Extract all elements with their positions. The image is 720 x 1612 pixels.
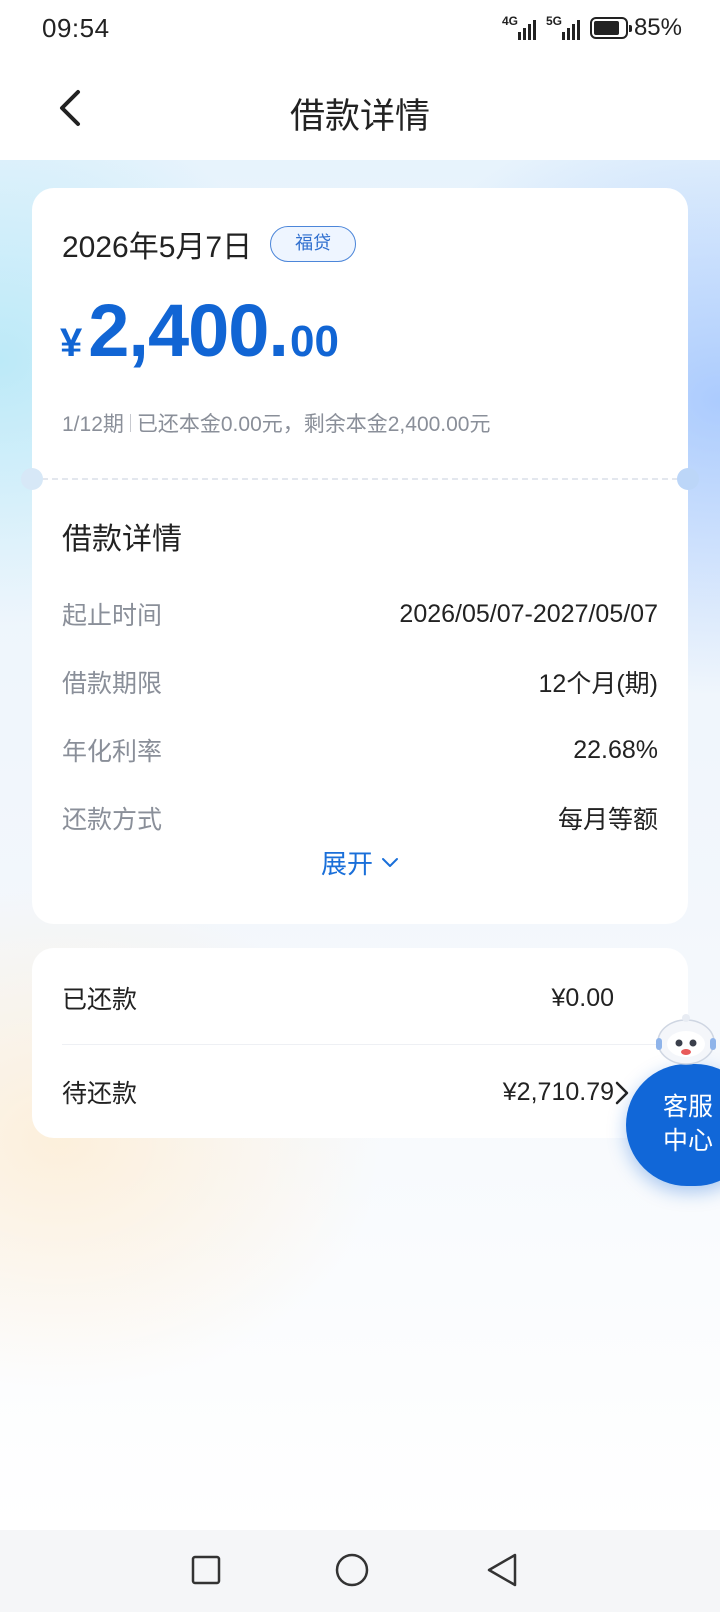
ticket-notch-right [677,468,699,490]
detail-value: 2026/05/07-2027/05/07 [399,599,658,628]
network-label-5g: 5G [545,14,562,28]
battery-icon [589,17,632,39]
robot-mascot-icon [656,1014,716,1065]
paid-label: 已还款 [62,986,138,1014]
battery-indicator: 85% [589,14,682,42]
amount-integer: 2,400. [88,289,289,372]
paid-row[interactable]: 已还款 ¥0.00 [62,978,658,1018]
detail-row-period: 起止时间 2026/05/07-2027/05/07 [62,580,658,648]
system-nav-bar [0,1530,720,1612]
triangle-back-icon [487,1553,517,1587]
cs-label-line2: 中心 [662,1127,713,1155]
battery-percent: 85% [633,14,682,41]
square-icon [191,1555,221,1585]
loan-date: 2026年5月7日 [62,231,253,264]
ticket-notch-left [21,468,43,490]
back-nav-button[interactable] [482,1550,522,1590]
loan-date-line: 2026年5月7日 福贷 [62,222,357,266]
detail-value: 12个月(期) [538,670,658,698]
detail-label: 年化利率 [62,738,163,766]
status-indicators: 4G 5G 85% [502,14,682,42]
detail-label: 还款方式 [62,806,163,834]
detail-value: 每月等额 [557,806,658,834]
detail-label: 起止时间 [62,602,163,630]
principal-info: 已还本金0.00元，剩余本金2,400.00元 [136,413,491,436]
loan-details-list: 起止时间 2026/05/07-2027/05/07 借款期限 12个月(期) … [62,580,658,852]
loan-details-heading: 借款详情 [62,523,182,556]
detail-value: 22.68% [573,735,658,764]
expand-button[interactable]: 展开 [32,844,688,881]
pending-row[interactable]: 待还款 ¥2,710.79 [62,1072,658,1112]
info-separator [129,414,131,432]
detail-row-method: 还款方式 每月等额 [62,784,658,852]
pending-amount: ¥2,710.79 [502,1077,614,1106]
installment-count: 1/12期 [62,413,124,436]
amount-decimal: 00 [290,317,339,366]
top-header: 借款详情 [0,56,720,160]
status-bar: 09:54 4G 5G 85% [0,0,720,56]
network-label-4g: 4G [501,14,518,28]
product-tag-badge: 福贷 [270,226,357,262]
recent-apps-button[interactable] [186,1550,226,1590]
customer-service-label: 客服 中心 [658,1090,718,1158]
repayment-card: 已还款 ¥0.00 待还款 ¥2,710.79 [32,948,688,1138]
page-title: 借款详情 [289,97,430,136]
home-button[interactable] [332,1550,372,1590]
row-divider [62,1044,658,1045]
loan-amount: ¥ 2,400. 00 [60,288,339,373]
detail-row-term: 借款期限 12个月(期) [62,648,658,716]
detail-label: 借款期限 [62,670,163,698]
expand-label: 展开 [320,849,373,879]
status-time: 09:54 [42,12,110,43]
chevron-down-icon [382,857,398,867]
loan-summary-card: 2026年5月7日 福贷 ¥ 2,400. 00 1/12期 已还本金0.00元… [21,188,699,924]
currency-symbol: ¥ [60,321,83,365]
cs-label-line1: 客服 [662,1093,713,1121]
detail-row-rate: 年化利率 22.68% [62,716,658,784]
pending-label: 待还款 [62,1080,138,1108]
signal-5g-icon: 5G [545,14,580,40]
circle-icon [335,1553,369,1587]
dashed-divider [32,478,688,480]
repayment-progress-info: 1/12期 已还本金0.00元，剩余本金2,400.00元 [62,408,491,438]
paid-amount: ¥0.00 [551,983,614,1012]
signal-4g-icon: 4G [501,14,536,40]
